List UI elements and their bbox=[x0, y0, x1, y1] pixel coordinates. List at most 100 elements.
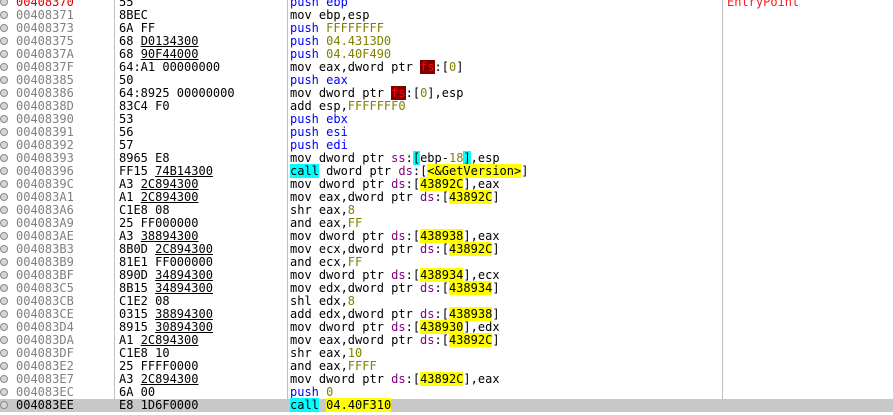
instruction-token: add edx,dword ptr bbox=[290, 307, 421, 321]
breakpoint-dot-icon[interactable] bbox=[0, 362, 8, 370]
instruction-cell[interactable]: call 04.40F310 bbox=[290, 398, 720, 412]
breakpoint-dot-icon[interactable] bbox=[0, 310, 8, 318]
breakpoint-dot-icon[interactable] bbox=[0, 245, 8, 253]
instruction-token: ] bbox=[521, 164, 529, 178]
instruction-cell[interactable]: push ebx bbox=[290, 113, 720, 126]
instruction-token: ],ecx bbox=[463, 268, 500, 282]
pointer-operand: 2C894300 bbox=[140, 333, 199, 347]
instruction-token: push bbox=[290, 47, 327, 61]
pointer-operand: 2C894300 bbox=[155, 242, 213, 256]
instruction-token: 8 bbox=[347, 203, 356, 217]
breakpoint-dot-icon[interactable] bbox=[0, 284, 8, 292]
instruction-token: push eax bbox=[290, 73, 348, 87]
breakpoint-dot-icon[interactable] bbox=[0, 323, 8, 331]
breakpoint-dot-icon[interactable] bbox=[0, 206, 8, 214]
instruction-token: mov dword ptr bbox=[290, 151, 392, 165]
breakpoint-dot-icon[interactable] bbox=[0, 258, 8, 266]
instruction-token: ],eax bbox=[463, 229, 500, 243]
instruction-token: ] bbox=[492, 190, 500, 204]
instruction-token: ,esp bbox=[470, 151, 500, 165]
breakpoint-dot-icon[interactable] bbox=[0, 89, 8, 97]
breakpoint-dot-icon[interactable] bbox=[0, 50, 8, 58]
instruction-token: <&GetVersion> bbox=[427, 164, 522, 178]
instruction-token: push esi bbox=[290, 125, 348, 139]
disasm-row[interactable]: 0040837F 64:A1 00000000 mov eax,dword ptr … bbox=[0, 60, 893, 74]
breakpoint-dot-icon[interactable] bbox=[0, 388, 8, 396]
breakpoint-dot-icon[interactable] bbox=[0, 401, 8, 409]
instruction-token: shr eax, bbox=[290, 203, 348, 217]
instruction-token: [ bbox=[412, 151, 421, 165]
opcode-bytes-cell[interactable]: E8 1D6F0000 bbox=[119, 399, 284, 412]
disassembly-list[interactable]: 00408370 55 push ebp EntryPoint 00408371 8BEC… bbox=[0, 0, 893, 412]
pointer-operand: D0134300 bbox=[140, 34, 199, 48]
instruction-token: :[ bbox=[434, 307, 449, 321]
disasm-row[interactable]: 004083EE E8 1D6F0000 call 04.40F310 bbox=[0, 398, 893, 412]
instruction-token: and ecx, bbox=[290, 255, 348, 269]
comment-cell[interactable]: EntryPoint bbox=[727, 0, 893, 9]
breakpoint-dot-icon[interactable] bbox=[0, 0, 8, 6]
breakpoint-dot-icon[interactable] bbox=[0, 349, 8, 357]
instruction-cell[interactable]: mov eax,dword ptr fs:[0] bbox=[290, 60, 720, 74]
instruction-token: fs bbox=[391, 86, 406, 100]
instruction-token: ],esp bbox=[427, 86, 464, 100]
instruction-cell[interactable]: mov dword ptr ds:[43892C],eax bbox=[290, 372, 720, 386]
disasm-row[interactable]: 00408391 56 push esi bbox=[0, 126, 893, 139]
disasm-row[interactable]: 00408390 53 push ebx bbox=[0, 113, 893, 126]
opcode-bytes-cell[interactable]: 56 bbox=[119, 126, 284, 139]
breakpoint-dot-icon[interactable] bbox=[0, 141, 8, 149]
breakpoint-dot-icon[interactable] bbox=[0, 167, 8, 175]
breakpoint-dot-icon[interactable] bbox=[0, 102, 8, 110]
instruction-cell[interactable]: push esi bbox=[290, 126, 720, 139]
instruction-token: 10 bbox=[347, 346, 363, 360]
instruction-token: and eax, bbox=[290, 216, 348, 230]
instruction-token: ] bbox=[492, 281, 500, 295]
opcode-bytes-cell[interactable]: 64:A1 00000000 bbox=[119, 61, 284, 74]
instruction-token: push edi bbox=[290, 138, 348, 152]
breakpoint-dot-icon[interactable] bbox=[0, 180, 8, 188]
breakpoint-dot-icon[interactable] bbox=[0, 375, 8, 383]
instruction-token: ss bbox=[391, 151, 406, 165]
pointer-operand: 90F44000 bbox=[140, 47, 199, 61]
breakpoint-dot-icon[interactable] bbox=[0, 219, 8, 227]
breakpoint-dot-icon[interactable] bbox=[0, 193, 8, 201]
instruction-token: and eax, bbox=[290, 359, 348, 373]
breakpoint-dot-icon[interactable] bbox=[0, 271, 8, 279]
breakpoint-dot-icon[interactable] bbox=[0, 37, 8, 45]
breakpoint-dot-icon[interactable] bbox=[0, 11, 8, 19]
instruction-token: mov ecx,dword ptr bbox=[290, 242, 421, 256]
breakpoint-dot-icon[interactable] bbox=[0, 297, 8, 305]
instruction-token: push bbox=[290, 385, 327, 399]
breakpoint-dot-icon[interactable] bbox=[0, 63, 8, 71]
instruction-token: 438934 bbox=[448, 281, 493, 295]
breakpoint-dot-icon[interactable] bbox=[0, 76, 8, 84]
instruction-token: 43892C bbox=[448, 333, 493, 347]
instruction-token: 43892C bbox=[448, 242, 493, 256]
breakpoint-dot-icon[interactable] bbox=[0, 115, 8, 123]
instruction-token: mov eax,dword ptr bbox=[290, 60, 421, 74]
instruction-token: mov eax,dword ptr bbox=[290, 333, 421, 347]
instruction-token: ],edx bbox=[463, 320, 500, 334]
pointer-operand: 30894300 bbox=[155, 320, 213, 334]
instruction-token: add esp, bbox=[290, 99, 348, 113]
breakpoint-dot-icon[interactable] bbox=[0, 24, 8, 32]
instruction-token: :[ bbox=[405, 320, 421, 334]
instruction-token: :[ bbox=[405, 268, 421, 282]
opcode-bytes-cell[interactable]: 53 bbox=[119, 113, 284, 126]
pointer-operand: 34894300 bbox=[155, 268, 213, 282]
address-cell[interactable]: 004083EE bbox=[16, 399, 88, 412]
breakpoint-dot-icon[interactable] bbox=[0, 232, 8, 240]
instruction-token: 04.40F490 bbox=[326, 47, 392, 61]
instruction-token: mov dword ptr bbox=[290, 177, 392, 191]
instruction-token: mov dword ptr bbox=[290, 268, 392, 282]
breakpoint-dot-icon[interactable] bbox=[0, 128, 8, 136]
instruction-token: 438938 bbox=[420, 229, 464, 243]
disasm-row[interactable]: 0040838D 83C4 F0 add esp,FFFFFFF0 bbox=[0, 100, 893, 113]
opcode-bytes-cell[interactable]: 83C4 F0 bbox=[119, 100, 284, 113]
instruction-token: ] bbox=[463, 151, 471, 165]
instruction-cell[interactable]: add esp,FFFFFFF0 bbox=[290, 100, 720, 113]
breakpoint-dot-icon[interactable] bbox=[0, 336, 8, 344]
instruction-token: 18 bbox=[448, 151, 464, 165]
breakpoint-dot-icon[interactable] bbox=[0, 154, 8, 162]
pointer-operand: 2C894300 bbox=[140, 372, 199, 386]
disassembler-view: { "entry_comment": "EntryPoint", "rows":… bbox=[0, 0, 893, 415]
